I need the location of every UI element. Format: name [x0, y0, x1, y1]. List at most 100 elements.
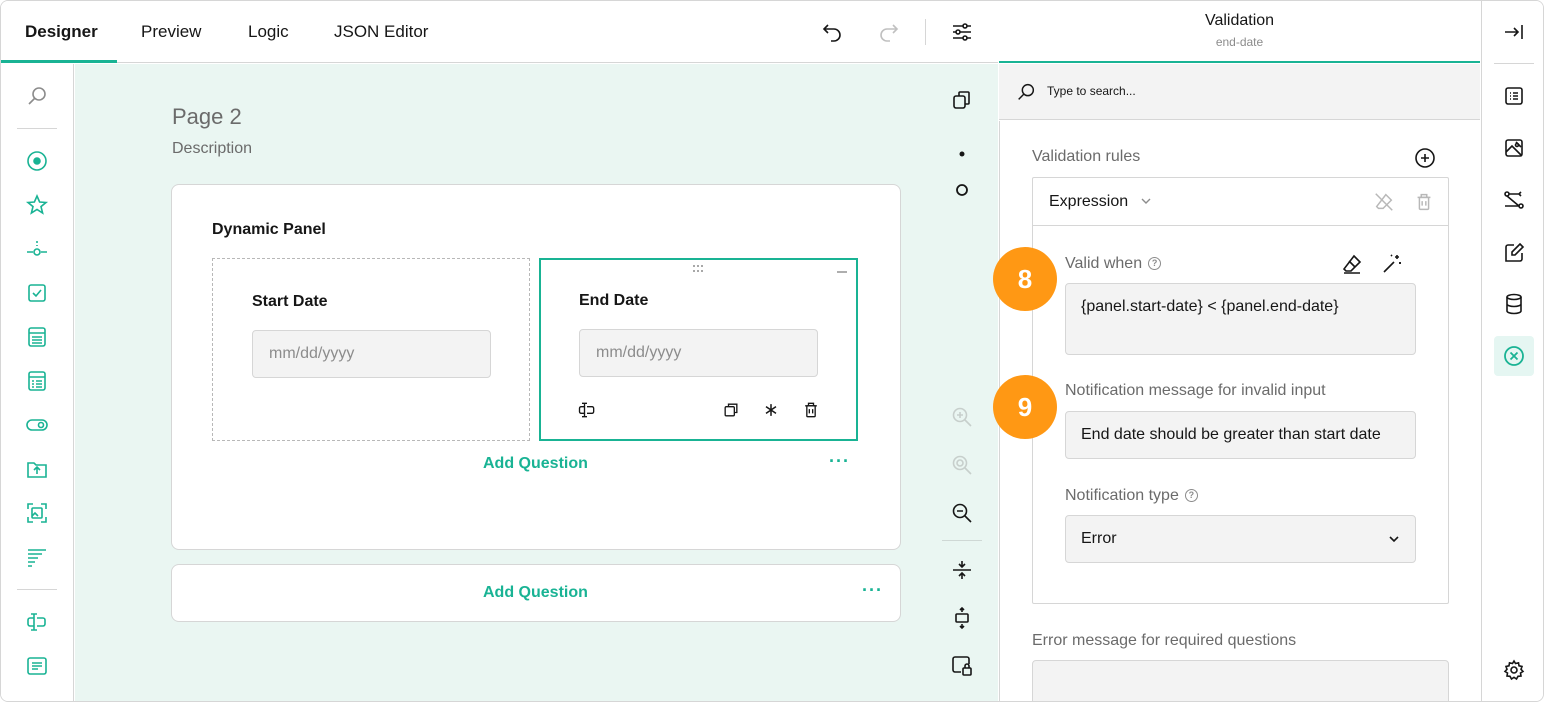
- add-question-button[interactable]: Add Question: [483, 455, 588, 473]
- help-icon[interactable]: ?: [1148, 257, 1162, 271]
- required-error-input[interactable]: [1032, 660, 1449, 701]
- property-category-sidebar: [1481, 1, 1543, 701]
- notification-type-value: Error: [1081, 530, 1117, 547]
- search-input[interactable]: Type to search...: [1047, 84, 1136, 98]
- design-canvas: Page 2 Description Dynamic Panel Start D…: [75, 64, 998, 701]
- end-date-input[interactable]: mm/dd/yyyy: [579, 329, 818, 377]
- page-title[interactable]: Page 2: [172, 104, 242, 130]
- drag-handle-icon[interactable]: [691, 264, 707, 274]
- magic-wand-icon[interactable]: [1380, 252, 1404, 276]
- dropdown-icon[interactable]: [25, 325, 49, 349]
- survey-creator-window: Designer Preview Logic JSON Editor Page …: [0, 0, 1544, 702]
- required-error-label: Error message for required questions: [1032, 632, 1297, 649]
- selected-element-name: end-date: [1215, 35, 1264, 49]
- collapse-all-icon[interactable]: [950, 558, 974, 582]
- boolean-toggle-icon[interactable]: [25, 413, 49, 437]
- ranking-icon[interactable]: [25, 545, 49, 569]
- tab-json-editor[interactable]: JSON Editor: [334, 1, 428, 63]
- redo-icon[interactable]: [877, 20, 901, 44]
- panel-title[interactable]: Dynamic Panel: [212, 221, 326, 239]
- help-icon[interactable]: ?: [1184, 489, 1198, 503]
- notification-type-label: Notification type?: [1065, 487, 1198, 505]
- edit-category-icon[interactable]: [1502, 241, 1526, 265]
- eraser-icon[interactable]: [1340, 252, 1364, 276]
- rating-star-icon[interactable]: [25, 193, 49, 217]
- question-toolbox: [1, 64, 74, 701]
- tab-logic[interactable]: Logic: [248, 1, 289, 63]
- data-category-icon[interactable]: [1502, 292, 1526, 316]
- collapse-panel-icon[interactable]: [1502, 20, 1526, 44]
- page-nav-dot-icon[interactable]: [950, 142, 974, 166]
- general-category-icon[interactable]: [1502, 84, 1526, 108]
- add-question-button[interactable]: Add Question: [483, 584, 588, 602]
- add-rule-icon[interactable]: [1413, 146, 1437, 170]
- canvas-tools-divider: [942, 540, 982, 541]
- zoom-out-icon[interactable]: [950, 501, 974, 525]
- notification-type-select[interactable]: Error: [1065, 515, 1416, 563]
- toolbox-divider: [17, 128, 57, 129]
- question-title[interactable]: Start Date: [252, 293, 328, 311]
- property-search-bar[interactable]: Type to search...: [999, 64, 1480, 120]
- logic-category-icon[interactable]: [1502, 188, 1526, 212]
- more-options-icon[interactable]: ···: [829, 451, 850, 472]
- notification-message-label: Notification message for invalid input: [1065, 382, 1326, 399]
- sidebar-divider: [1494, 63, 1534, 64]
- collapse-icon[interactable]: [836, 266, 848, 278]
- question-end-date[interactable]: End Date mm/dd/yyyy: [539, 258, 858, 441]
- toolbar-divider: [925, 19, 926, 45]
- zoom-reset-icon[interactable]: [950, 453, 974, 477]
- undo-icon[interactable]: [820, 20, 844, 44]
- required-asterisk-icon[interactable]: [761, 400, 781, 420]
- search-icon: [1015, 81, 1035, 101]
- top-toolbar: Designer Preview Logic JSON Editor: [1, 1, 998, 63]
- notification-message-input[interactable]: End date should be greater than start da…: [1065, 411, 1416, 459]
- chevron-down-icon[interactable]: [1139, 194, 1153, 208]
- property-grid-header: Validation end-date: [999, 1, 1480, 63]
- question-title[interactable]: End Date: [579, 292, 648, 310]
- page-description[interactable]: Description: [172, 140, 252, 158]
- delete-rule-icon[interactable]: [1413, 191, 1435, 213]
- step-badge-9: 9: [993, 375, 1057, 439]
- active-tab-indicator: [1, 60, 117, 63]
- slider-icon[interactable]: [25, 237, 49, 261]
- file-upload-icon[interactable]: [25, 457, 49, 481]
- tab-designer[interactable]: Designer: [25, 1, 98, 63]
- property-grid-body: Validation rules Expression Valid when?: [999, 121, 1480, 701]
- question-start-date[interactable]: Start Date mm/dd/yyyy: [212, 258, 530, 441]
- clear-rule-icon[interactable]: [1373, 191, 1395, 213]
- text-input-icon[interactable]: [25, 610, 49, 634]
- tagbox-icon[interactable]: [25, 369, 49, 393]
- valid-when-label: Valid when?: [1065, 255, 1162, 273]
- chevron-down-icon: [1389, 536, 1399, 543]
- gear-icon[interactable]: [1502, 658, 1526, 682]
- valid-when-expression-input[interactable]: {panel.start-date} < {panel.end-date}: [1065, 283, 1416, 355]
- step-badge-8: 8: [993, 247, 1057, 311]
- radiogroup-icon[interactable]: [25, 149, 49, 173]
- property-grid-title: Validation: [1204, 12, 1275, 29]
- layout-category-icon[interactable]: [1502, 136, 1526, 160]
- comment-icon[interactable]: [25, 654, 49, 678]
- validation-category-icon[interactable]: [1502, 344, 1526, 368]
- rule-header: Expression: [1033, 178, 1448, 226]
- more-options-icon[interactable]: ···: [862, 580, 883, 601]
- rule-type-value: Expression: [1049, 193, 1129, 210]
- settings-sliders-icon[interactable]: [950, 20, 974, 44]
- checkbox-icon[interactable]: [25, 281, 49, 305]
- image-picker-icon[interactable]: [25, 501, 49, 525]
- toolbox-divider: [17, 589, 57, 590]
- lock-question-icon[interactable]: [950, 654, 974, 678]
- input-type-icon[interactable]: [577, 400, 597, 420]
- expand-all-icon[interactable]: [950, 606, 974, 630]
- zoom-in-icon[interactable]: [950, 405, 974, 429]
- validation-rules-label: Validation rules: [1032, 148, 1141, 165]
- page-nav-circle-icon[interactable]: [950, 178, 974, 202]
- start-date-input[interactable]: mm/dd/yyyy: [252, 330, 491, 378]
- search-icon[interactable]: [25, 84, 49, 108]
- duplicate-page-icon[interactable]: [950, 88, 974, 112]
- dynamic-panel-card[interactable]: Dynamic Panel Start Date mm/dd/yyyy End …: [171, 184, 901, 550]
- duplicate-icon[interactable]: [721, 400, 741, 420]
- page-add-question-bar: Add Question ···: [171, 564, 901, 622]
- tab-preview[interactable]: Preview: [141, 1, 201, 63]
- delete-icon[interactable]: [801, 400, 821, 420]
- rule-type-select[interactable]: Expression: [1049, 193, 1128, 211]
